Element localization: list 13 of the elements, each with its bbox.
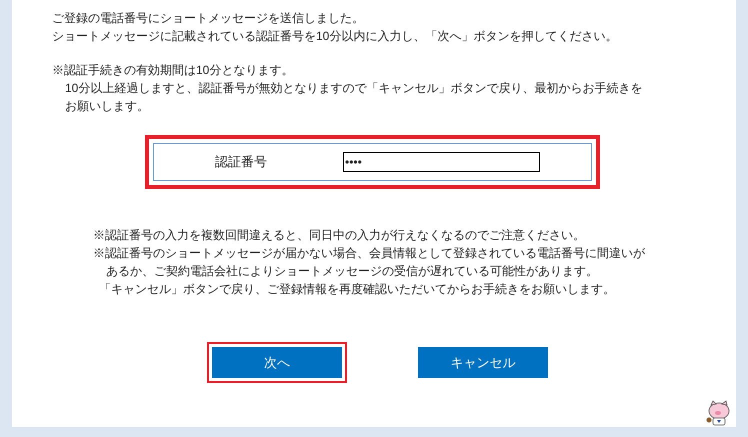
note-text: ※認証番号のショートメッセージが届かない場合、会員情報として登録されている電話番号に間違いが <box>93 246 645 260</box>
note-text: ※認証番号の入力を複数回間違えると、同日中の入力が行えなくなるのでご注意ください。 <box>93 228 585 242</box>
cancel-button[interactable]: キャンセル <box>418 347 548 378</box>
note-text: 「キャンセル」ボタンで戻り、ご登録情報を再度確認いただいてからお手続きをお願いします。 <box>99 282 615 296</box>
instruction-text: ショートメッセージに記載されている認証番号を10分以内に入力し、「次へ」ボタンを押してください。 <box>52 29 618 43</box>
note-text: ※認証手続きの有効期間は10分となります。 <box>52 63 294 77</box>
note-text: あるか、ご契約電話会社によりショートメッセージの受信が遅れている可能性があります。 <box>106 264 598 278</box>
code-input-field[interactable]: •••• <box>343 152 540 172</box>
next-button[interactable]: 次へ <box>212 347 342 378</box>
note-text: お願いします。 <box>65 99 149 113</box>
instruction-text: ご登録の電話番号にショートメッセージを送信しました。 <box>52 11 364 25</box>
field-label: 認証番号 <box>215 153 268 171</box>
note-text: 10分以上経過しますと、認証番号が無効となりますので「キャンセル」ボタンで戻り、最初からお手続きを <box>65 81 642 95</box>
